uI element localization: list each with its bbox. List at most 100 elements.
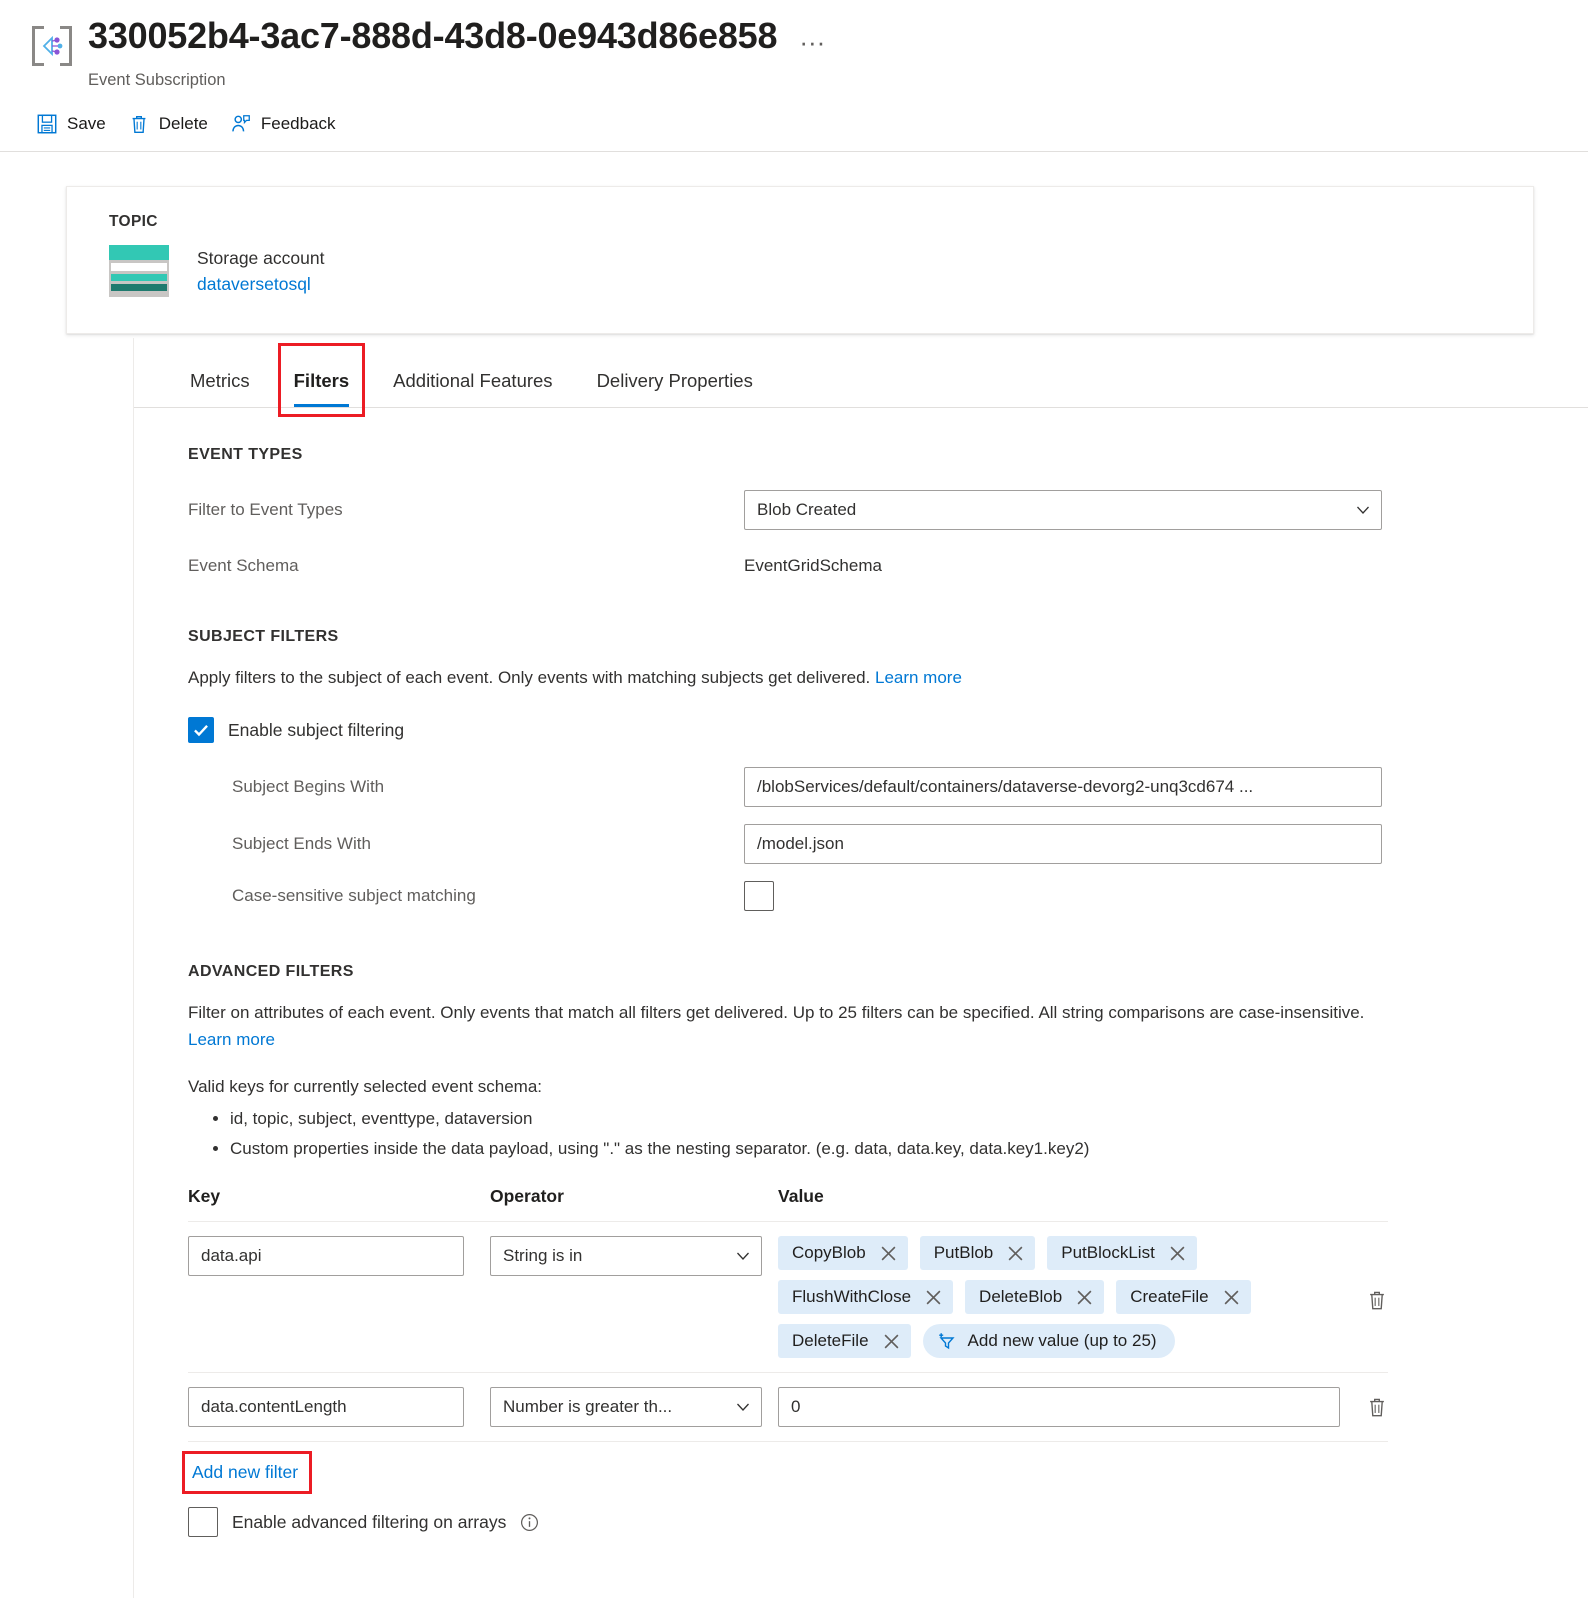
subject-filters-description: Apply filters to the subject of each eve…	[188, 664, 1540, 691]
add-new-value-button[interactable]: Add new value (up to 25)	[922, 1324, 1175, 1358]
value-chip: DeleteBlob	[965, 1280, 1105, 1314]
storage-account-icon	[109, 245, 169, 297]
add-filter-value-icon	[938, 1333, 955, 1350]
trash-icon	[132, 115, 146, 133]
filter-delete-cell	[1340, 1387, 1388, 1419]
tab-metrics[interactable]: Metrics	[188, 369, 272, 407]
event-schema-value: EventGridSchema	[744, 556, 882, 575]
column-header-value: Value	[778, 1186, 824, 1206]
filter-value-text: 0	[791, 1397, 801, 1416]
feedback-button[interactable]: Feedback	[226, 109, 354, 139]
enable-subject-filtering-checkbox[interactable]	[188, 717, 214, 743]
value-chip-label: PutBlockList	[1061, 1243, 1155, 1262]
tab-delivery-properties[interactable]: Delivery Properties	[575, 369, 775, 407]
event-grid-glyph	[42, 35, 63, 57]
add-new-filter-link[interactable]: Add new filter	[188, 1460, 302, 1485]
tab-filters-label: Filters	[293, 370, 350, 391]
tab-delivery-properties-label: Delivery Properties	[596, 370, 753, 391]
feedback-button-label: Feedback	[260, 114, 336, 133]
add-new-value-label: Add new value (up to 25)	[967, 1331, 1157, 1350]
filter-value-input[interactable]: 0	[778, 1387, 1340, 1427]
filter-to-event-types-dropdown[interactable]: Blob Created	[744, 490, 1382, 530]
filter-operator-dropdown[interactable]: Number is greater th...	[490, 1387, 762, 1427]
topic-resource-link[interactable]: dataversetosql	[197, 271, 311, 298]
more-actions-button[interactable]: ···	[799, 28, 825, 56]
value-chip: FlushWithClose	[778, 1280, 954, 1314]
page-header: 330052b4-3ac7-888d-43d8-0e943d86e858 ···…	[0, 0, 1588, 91]
value-chip-label: CopyBlob	[792, 1243, 866, 1262]
tab-additional-features[interactable]: Additional Features	[371, 369, 574, 407]
close-icon[interactable]	[1076, 1289, 1093, 1306]
filter-operator-value: Number is greater th...	[503, 1397, 673, 1416]
filter-key-input[interactable]: data.api	[188, 1236, 464, 1276]
subject-filters-section: SUBJECT FILTERS Apply filters to the sub…	[134, 628, 1588, 911]
subject-ends-with-label: Subject Ends With	[232, 834, 371, 853]
topic-kind: Storage account	[197, 248, 325, 268]
value-chip: PutBlockList	[1047, 1236, 1197, 1270]
delete-button[interactable]: Delete	[124, 109, 226, 139]
value-chip-label: CreateFile	[1130, 1287, 1209, 1306]
close-icon[interactable]	[1007, 1245, 1024, 1262]
subject-ends-with-input[interactable]: /model.json	[744, 824, 1382, 864]
filter-key-value: data.contentLength	[201, 1397, 347, 1416]
event-schema-label: Event Schema	[188, 556, 299, 575]
topic-texts: Storage account dataversetosql	[197, 246, 324, 298]
subject-ends-with-value: /model.json	[757, 834, 844, 853]
close-icon[interactable]	[925, 1289, 942, 1306]
value-chip: CreateFile	[1116, 1280, 1251, 1314]
chevron-down-icon	[737, 1252, 749, 1260]
tab-filters[interactable]: Filters	[272, 343, 372, 417]
trash-icon[interactable]	[1366, 1288, 1388, 1312]
page-title: 330052b4-3ac7-888d-43d8-0e943d86e858	[88, 15, 778, 56]
case-sensitive-checkbox[interactable]	[744, 881, 774, 911]
column-header-key: Key	[188, 1186, 221, 1206]
filter-to-event-types-row: Filter to Event Types Blob Created	[188, 490, 1540, 530]
close-icon[interactable]	[883, 1333, 900, 1350]
close-icon[interactable]	[1223, 1289, 1240, 1306]
filter-to-event-types-value: Blob Created	[757, 500, 857, 519]
valid-keys-intro: Valid keys for currently selected event …	[188, 1077, 543, 1096]
advanced-filters-description-text: Filter on attributes of each event. Only…	[188, 1003, 1365, 1022]
enable-arrays-filtering-checkbox[interactable]	[188, 1507, 218, 1537]
save-button[interactable]: Save	[32, 109, 124, 139]
close-icon[interactable]	[1169, 1245, 1186, 1262]
filter-value-chips: CopyBlob PutBlob PutBlockList FlushWithC…	[778, 1236, 1298, 1358]
add-new-filter-wrap: Add new filter	[182, 1451, 313, 1494]
subject-filters-heading: SUBJECT FILTERS	[188, 628, 339, 645]
filter-key-input[interactable]: data.contentLength	[188, 1387, 464, 1427]
filter-operator-cell: String is in	[490, 1236, 778, 1276]
enable-subject-filtering-label: Enable subject filtering	[228, 719, 405, 740]
value-chip-label: DeleteFile	[792, 1331, 869, 1350]
enable-subject-filtering-row: Enable subject filtering	[188, 717, 1540, 743]
close-icon[interactable]	[880, 1245, 897, 1262]
enable-arrays-filtering-row: Enable advanced filtering on arrays	[188, 1507, 1540, 1537]
value-chip-label: FlushWithClose	[792, 1287, 912, 1306]
checkmark-icon	[194, 725, 208, 737]
value-chip-label: PutBlob	[933, 1243, 994, 1262]
filter-operator-cell: Number is greater th...	[490, 1387, 778, 1427]
chevron-down-icon	[737, 1403, 749, 1411]
trash-icon[interactable]	[1366, 1395, 1388, 1419]
filter-delete-cell	[1340, 1236, 1388, 1312]
command-bar: Save Delete Feedback	[0, 91, 1588, 152]
value-chip: DeleteFile	[778, 1324, 911, 1358]
subject-ends-with-row: Subject Ends With /model.json	[188, 824, 1540, 864]
topic-body: Storage account dataversetosql	[109, 245, 1533, 298]
filter-key-value: data.api	[201, 1246, 262, 1265]
advanced-filters-table-header: Key Operator Value	[188, 1186, 1388, 1222]
event-types-heading: EVENT TYPES	[188, 446, 303, 463]
valid-keys-item: Custom properties inside the data payloa…	[230, 1134, 1540, 1164]
subject-filters-learn-more-link[interactable]: Learn more	[875, 668, 962, 687]
advanced-filters-description: Filter on attributes of each event. Only…	[188, 999, 1378, 1053]
tab-metrics-label: Metrics	[190, 370, 250, 391]
title-row: 330052b4-3ac7-888d-43d8-0e943d86e858 ···	[30, 14, 1588, 68]
value-chip-label: DeleteBlob	[979, 1287, 1063, 1306]
subject-begins-with-input[interactable]: /blobServices/default/containers/dataver…	[744, 767, 1382, 807]
subject-begins-with-row: Subject Begins With /blobServices/defaul…	[188, 767, 1540, 807]
save-button-label: Save	[67, 114, 106, 133]
filter-operator-dropdown[interactable]: String is in	[490, 1236, 762, 1276]
delete-button-label: Delete	[158, 114, 208, 133]
advanced-filters-learn-more-link[interactable]: Learn more	[188, 1030, 275, 1049]
info-icon[interactable]	[520, 1513, 539, 1532]
topic-label: TOPIC	[109, 213, 158, 230]
